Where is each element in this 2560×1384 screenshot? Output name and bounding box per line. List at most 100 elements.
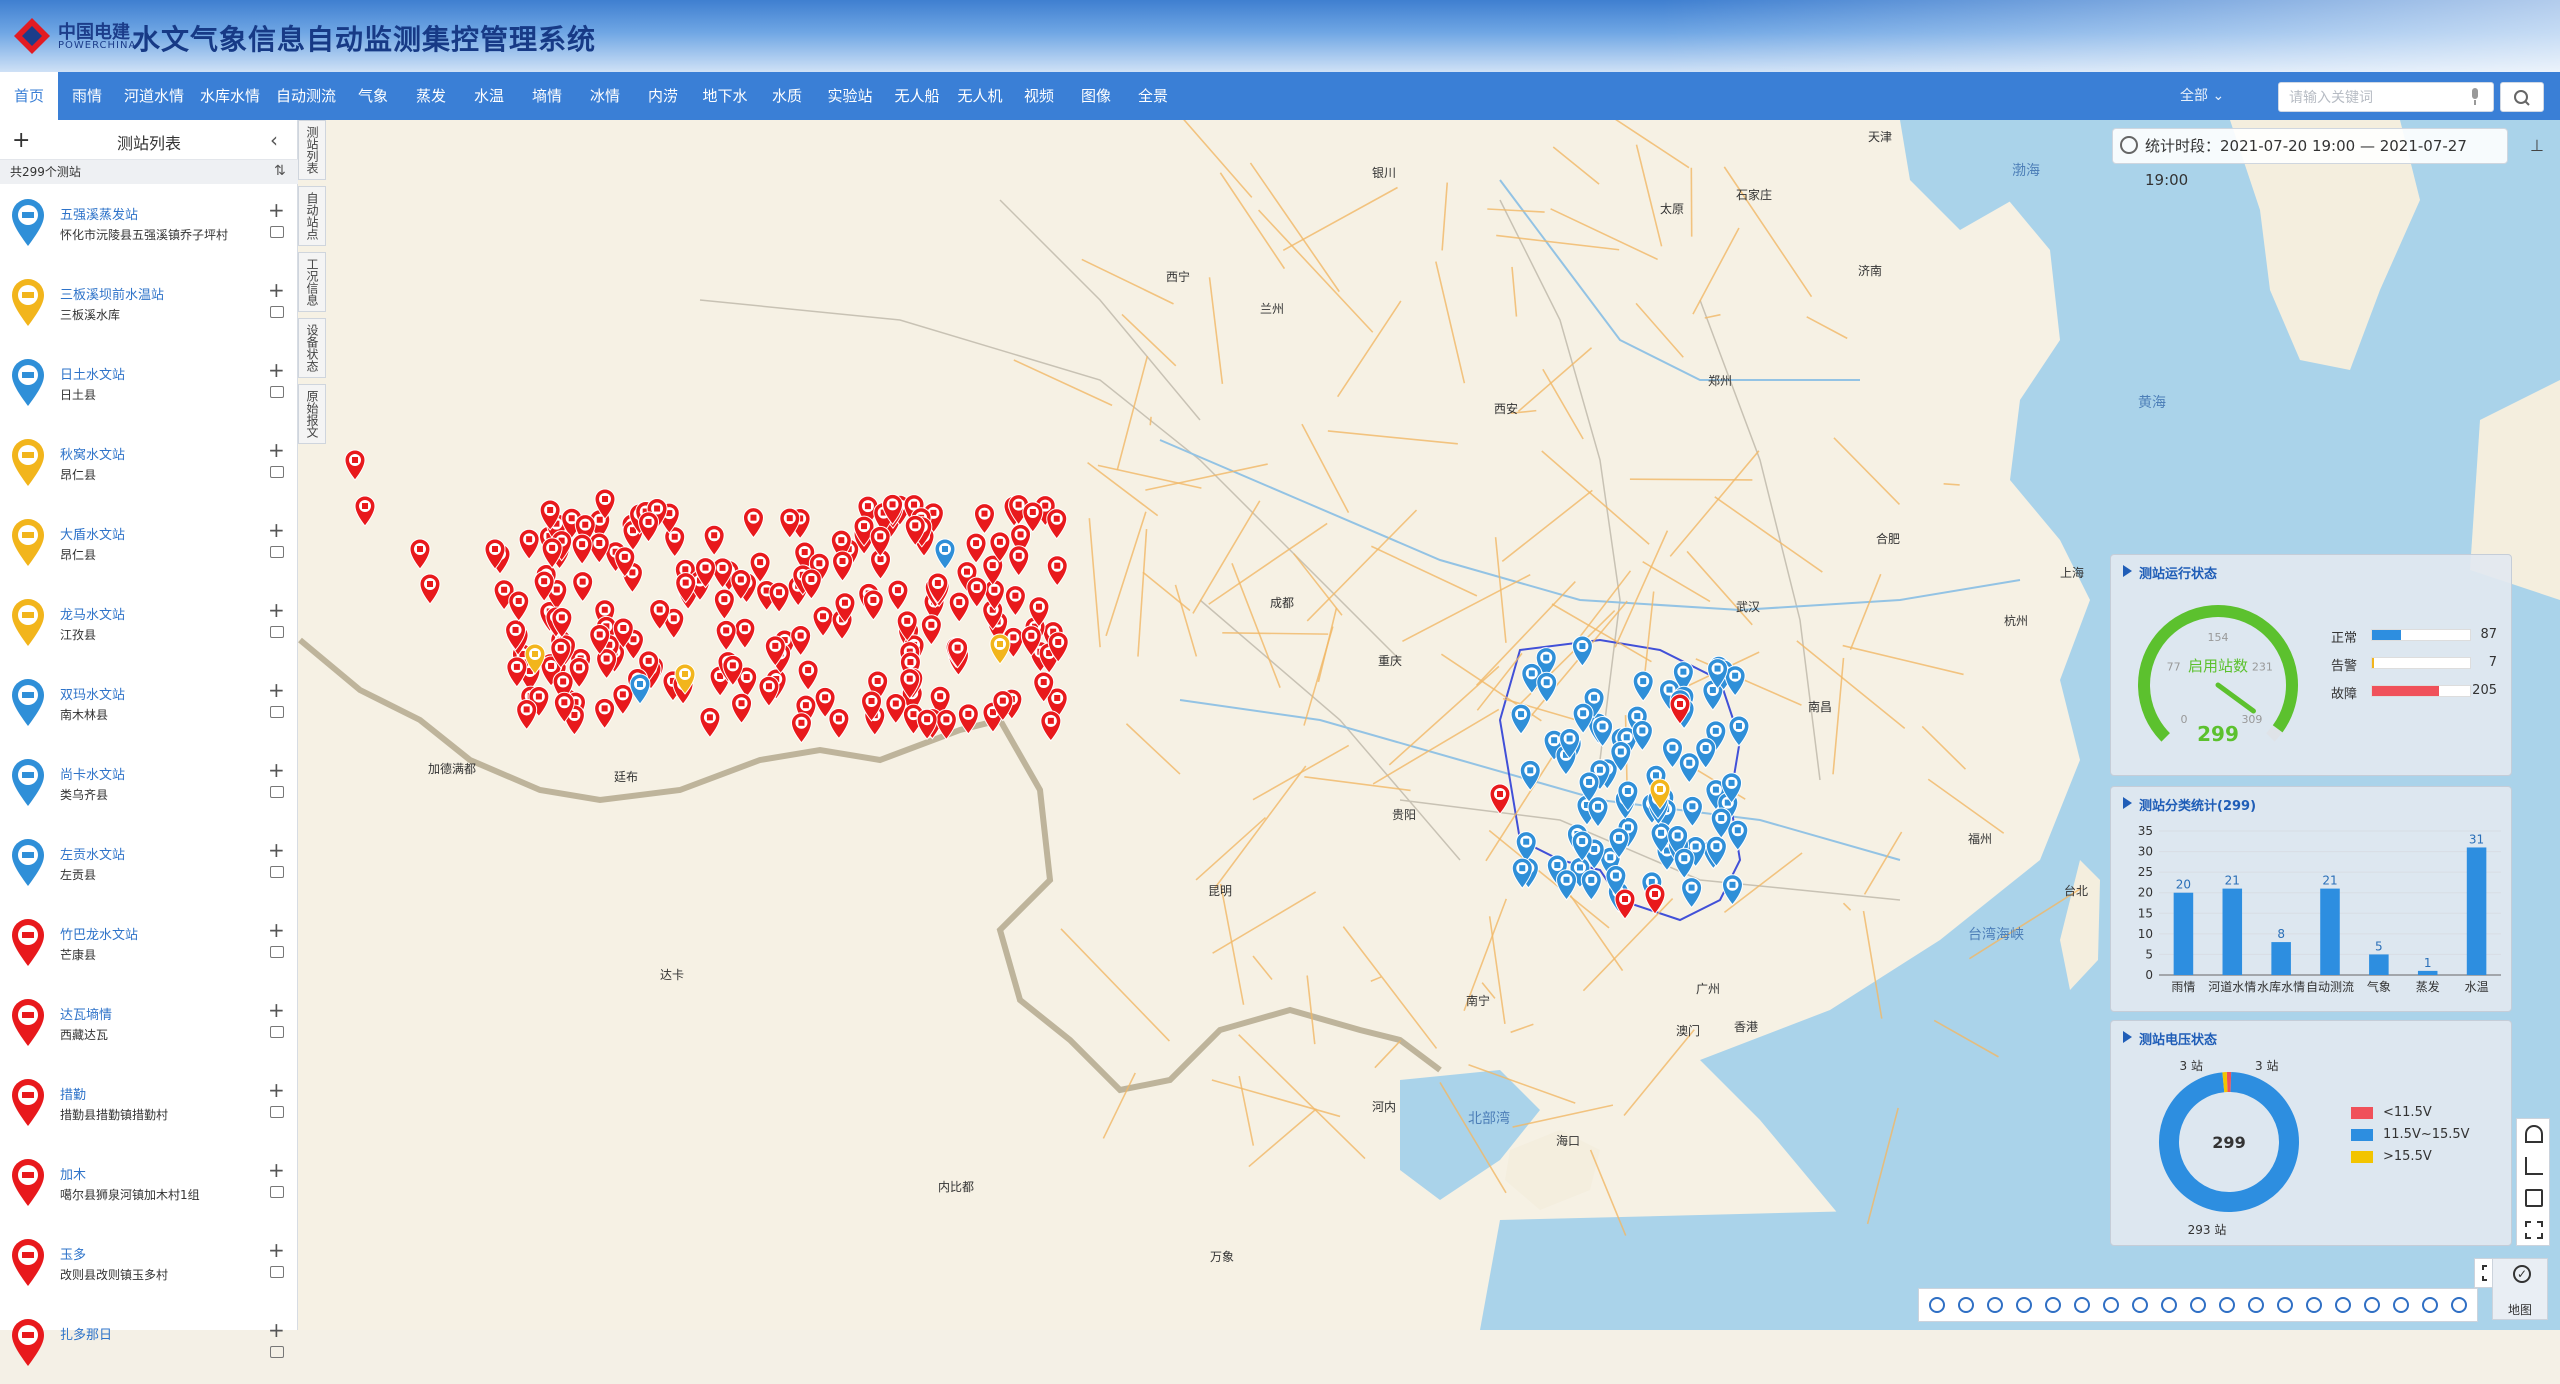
station-map-marker[interactable] [974, 504, 994, 534]
station-map-marker[interactable] [572, 534, 592, 564]
station-list-item[interactable]: 措勤措勤县措勤镇措勤村+ [0, 1064, 298, 1144]
boat-icon[interactable] [2304, 1295, 2324, 1315]
groundwater-icon[interactable] [2217, 1295, 2237, 1315]
station-map-marker[interactable] [1632, 720, 1652, 750]
station-map-marker[interactable] [863, 590, 883, 620]
station-map-marker[interactable] [1041, 711, 1061, 741]
station-map-marker[interactable] [967, 577, 987, 607]
station-map-marker[interactable] [410, 539, 430, 569]
station-list-item[interactable]: 竹巴龙水文站芒康县+ [0, 904, 298, 984]
add-to-favorites-icon[interactable]: + [268, 998, 285, 1022]
panorama-icon[interactable] [2420, 1295, 2440, 1315]
station-map-marker[interactable] [1009, 546, 1029, 576]
station-map-marker[interactable] [704, 525, 724, 555]
tools-icon[interactable] [2449, 1295, 2469, 1315]
station-map-marker[interactable] [791, 626, 811, 656]
station-list-item[interactable]: 双玛水文站南木林县+ [0, 664, 298, 744]
station-map-marker[interactable] [935, 539, 955, 569]
station-map-marker[interactable] [798, 660, 818, 690]
water-temp-icon[interactable] [2101, 1295, 2121, 1315]
station-map-marker[interactable] [613, 684, 633, 714]
station-detail-icon[interactable] [270, 466, 284, 478]
station-map-marker[interactable] [759, 676, 779, 706]
nav-item[interactable]: 蒸发 [402, 72, 460, 120]
station-list-item[interactable]: 左贡水文站左贡县+ [0, 824, 298, 904]
search-input[interactable] [2278, 82, 2494, 112]
station-map-marker[interactable] [813, 606, 833, 636]
station-map-marker[interactable] [1674, 848, 1694, 878]
stat-time-range[interactable]: 统计时段：2021-07-20 19:00 — 2021-07-27 19:00 [2112, 128, 2508, 164]
station-list-item[interactable]: 达瓦墒情西藏达瓦+ [0, 984, 298, 1064]
lab-icon[interactable] [2275, 1295, 2295, 1315]
add-to-favorites-icon[interactable]: + [268, 438, 285, 462]
station-map-marker[interactable] [1520, 760, 1540, 790]
add-to-favorites-icon[interactable]: + [268, 1238, 285, 1262]
nav-item[interactable]: 实验站 [816, 72, 884, 120]
rain-icon[interactable] [1927, 1295, 1947, 1315]
station-map-marker[interactable] [921, 615, 941, 645]
nav-item[interactable]: 无人船 [884, 72, 950, 120]
nav-item[interactable]: 水温 [460, 72, 518, 120]
station-map-marker[interactable] [345, 450, 365, 480]
flow-icon[interactable] [2014, 1295, 2034, 1315]
station-map-marker[interactable] [1047, 556, 1067, 586]
station-list-item[interactable]: 大盾水文站昂仁县+ [0, 504, 298, 584]
station-map-marker[interactable] [1633, 671, 1653, 701]
add-to-favorites-icon[interactable]: + [268, 278, 285, 302]
nav-item[interactable]: 图像 [1068, 72, 1124, 120]
station-list-item[interactable]: 日土水文站日土县+ [0, 344, 298, 424]
add-to-favorites-icon[interactable]: + [268, 758, 285, 782]
station-map-marker[interactable] [743, 508, 763, 538]
station-detail-icon[interactable] [270, 386, 284, 398]
station-map-marker[interactable] [769, 582, 789, 612]
station-map-marker[interactable] [630, 674, 650, 704]
station-list-item[interactable]: 加木噶尔县狮泉河镇加木村1组+ [0, 1144, 298, 1224]
station-map-marker[interactable] [1047, 509, 1067, 539]
nav-item[interactable]: 河道水情 [116, 72, 192, 120]
station-map-marker[interactable] [886, 693, 906, 723]
station-list-item[interactable]: 三板溪坝前水温站三板溪水库+ [0, 264, 298, 344]
station-detail-icon[interactable] [270, 866, 284, 878]
station-map-marker[interactable] [949, 592, 969, 622]
vertical-tab[interactable]: 自动站点 [298, 186, 326, 246]
station-map-marker[interactable] [1679, 753, 1699, 783]
station-detail-icon[interactable] [270, 706, 284, 718]
station-map-marker[interactable] [966, 533, 986, 563]
add-to-favorites-icon[interactable]: + [268, 1158, 285, 1182]
station-map-marker[interactable] [833, 551, 853, 581]
station-detail-icon[interactable] [270, 546, 284, 558]
station-list-item[interactable]: 五强溪蒸发站怀化市沅陵县五强溪镇乔子坪村+ [0, 184, 298, 264]
flood-icon[interactable] [2188, 1295, 2208, 1315]
add-to-favorites-icon[interactable]: + [268, 358, 285, 382]
station-detail-icon[interactable] [270, 1346, 284, 1358]
sort-icon[interactable]: ⇅ [274, 163, 286, 179]
station-detail-icon[interactable] [270, 1026, 284, 1038]
weather-icon[interactable] [2043, 1295, 2063, 1315]
station-map-marker[interactable] [1490, 784, 1510, 814]
export-icon[interactable] [2525, 1189, 2543, 1207]
nav-item[interactable]: 首页 [0, 72, 58, 120]
speed-gauge-icon[interactable] [2525, 1125, 2543, 1143]
station-list-item[interactable]: 秋窝水文站昂仁县+ [0, 424, 298, 504]
station-map-marker[interactable] [517, 699, 537, 729]
basemap-switch[interactable]: ✓ 地图 [2492, 1258, 2548, 1320]
crop-icon[interactable] [2525, 1221, 2543, 1239]
station-map-marker[interactable] [1729, 716, 1749, 746]
station-map-marker[interactable] [509, 591, 529, 621]
nav-item[interactable]: 无人机 [950, 72, 1010, 120]
station-map-marker[interactable] [735, 618, 755, 648]
station-map-marker[interactable] [1005, 586, 1025, 616]
nav-item[interactable]: 气象 [344, 72, 402, 120]
station-detail-icon[interactable] [270, 946, 284, 958]
station-map-marker[interactable] [420, 574, 440, 604]
vertical-tab[interactable]: 工况信息 [298, 252, 326, 312]
water-quality-icon[interactable] [2246, 1295, 2266, 1315]
station-map-marker[interactable] [1581, 870, 1601, 900]
nav-item[interactable]: 自动测流 [268, 72, 344, 120]
station-map-marker[interactable] [519, 529, 539, 559]
station-map-marker[interactable] [1557, 870, 1577, 900]
water-level-icon[interactable] [1956, 1295, 1976, 1315]
add-to-favorites-icon[interactable]: + [268, 518, 285, 542]
station-map-marker[interactable] [1588, 797, 1608, 827]
nav-item[interactable]: 墒情 [518, 72, 576, 120]
